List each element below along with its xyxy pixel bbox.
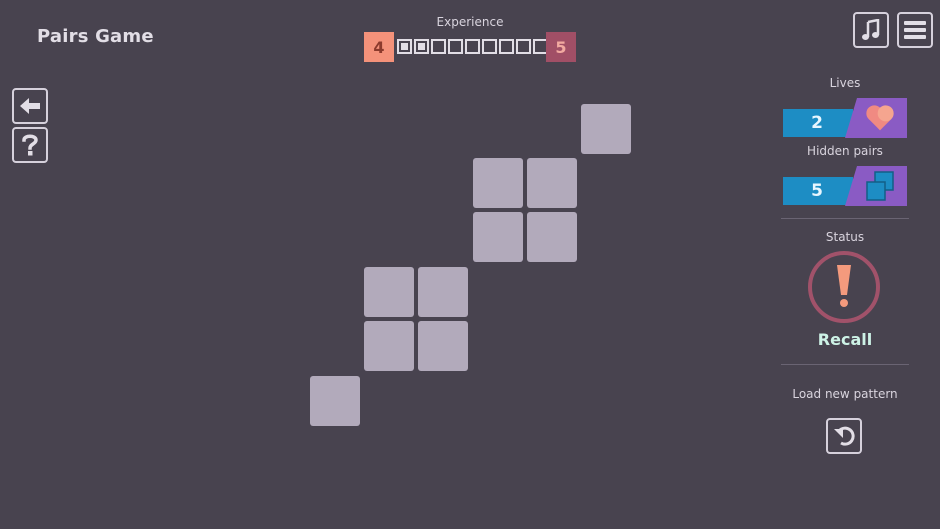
status-value: Recall [817,330,873,349]
experience-progress-box [499,39,514,54]
music-note-icon [862,19,880,40]
status-indicator [808,251,880,323]
next-level-badge: 5 [546,32,576,62]
back-button[interactable] [12,88,48,124]
load-pattern-label: Load new pattern [792,387,898,401]
help-button[interactable] [12,127,48,163]
pairs-cards-icon [866,171,894,201]
memory-tile[interactable] [310,376,360,426]
exclamation-icon [837,265,851,307]
experience-progress-box [414,39,429,54]
heart-icon [866,105,894,131]
hidden-pairs-value: 5 [811,181,823,201]
memory-tile[interactable] [581,104,631,154]
memory-tile[interactable] [527,212,577,262]
lives-counter: 2 [783,98,907,138]
memory-tile[interactable] [418,321,468,371]
experience-progress-box [397,39,412,54]
music-button[interactable] [853,12,889,48]
experience-progress-box [448,39,463,54]
memory-tile[interactable] [364,321,414,371]
lives-label: Lives [829,76,861,90]
sidebar-divider [781,218,909,219]
game-title: Pairs Game [37,26,154,47]
experience-progress-box [431,39,446,54]
memory-tile[interactable] [473,212,523,262]
experience-progress-box [516,39,531,54]
memory-tile[interactable] [527,158,577,208]
menu-button[interactable] [897,12,933,48]
hamburger-menu-icon [904,21,926,39]
memory-tile[interactable] [364,267,414,317]
hidden-pairs-label: Hidden pairs [807,144,883,158]
reload-icon [834,426,855,446]
question-mark-icon [22,134,38,156]
experience-label: Experience [436,15,504,29]
hidden-pairs-counter: 5 [783,166,907,206]
experience-progress-box [482,39,497,54]
arrow-left-icon [20,98,40,114]
lives-value: 2 [811,113,823,133]
sidebar-divider [781,364,909,365]
experience-progress [397,39,565,54]
experience-progress-box [465,39,480,54]
status-label: Status [825,230,865,244]
current-level-badge: 4 [364,32,394,62]
memory-tile[interactable] [473,158,523,208]
memory-tile[interactable] [418,267,468,317]
load-new-pattern-button[interactable] [826,418,862,454]
